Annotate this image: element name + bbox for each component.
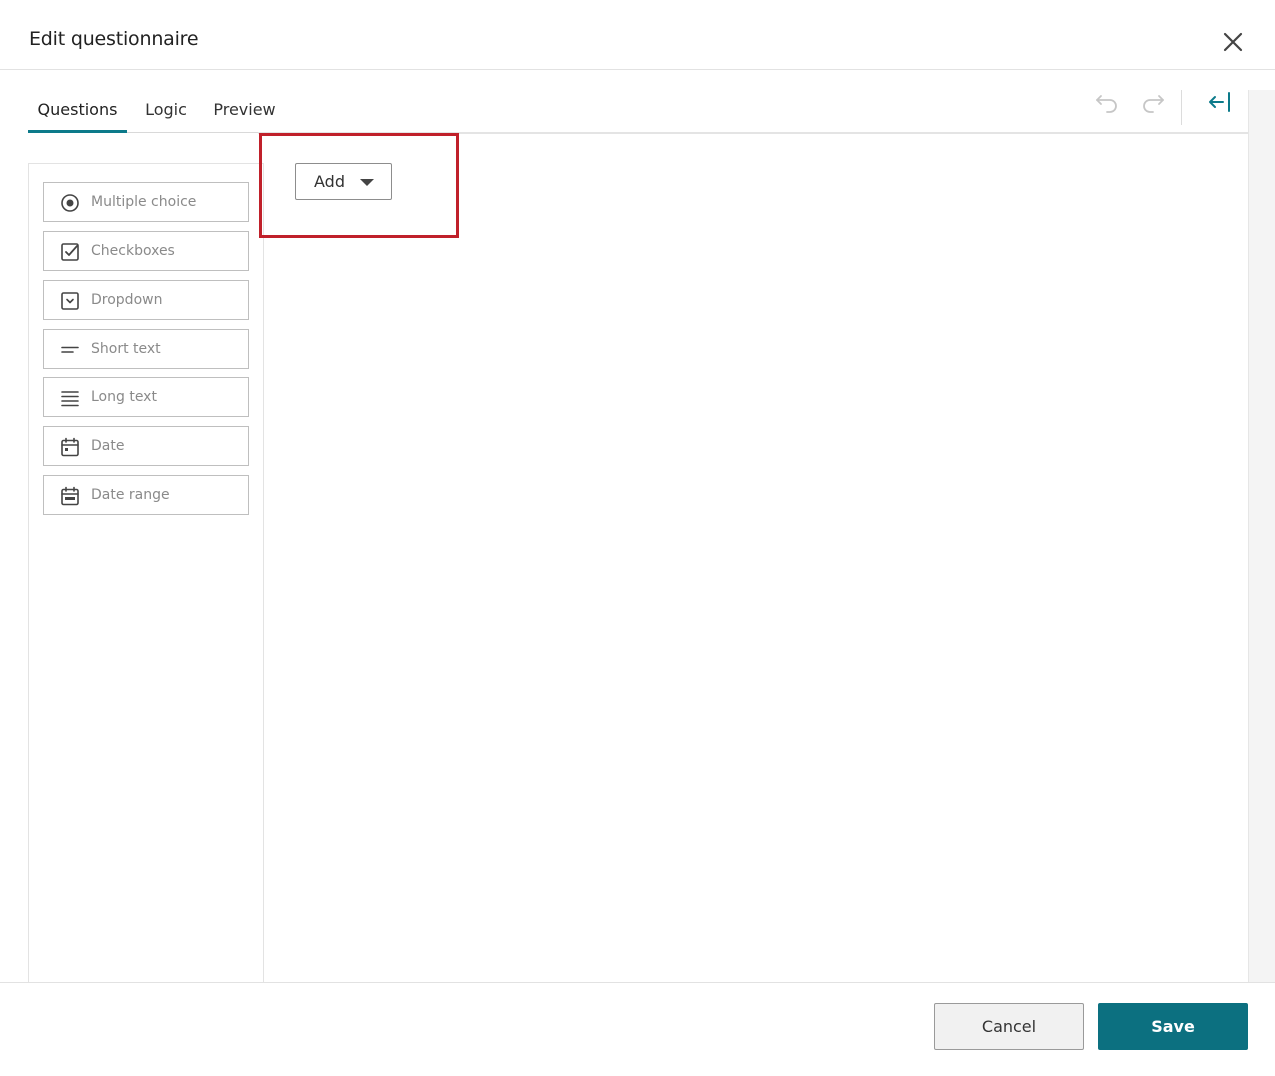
short-text-icon [61,346,79,353]
right-panel-edge [1248,90,1275,982]
palette-item-multiple-choice[interactable]: Multiple choice [43,182,249,222]
collapse-panel-icon [1209,92,1230,112]
toolbar-separator [1181,90,1182,125]
tab-preview[interactable]: Preview [205,88,284,133]
close-button[interactable] [1220,29,1246,55]
caret-down-icon [360,179,374,186]
dropdown-icon [61,292,79,310]
tab-logic[interactable]: Logic [127,88,205,133]
checkbox-icon [61,243,79,261]
palette-item-label: Checkboxes [91,243,175,259]
long-text-icon [61,391,79,407]
dialog-title: Edit questionnaire [29,28,199,50]
palette-item-label: Multiple choice [91,194,197,210]
redo-button[interactable] [1140,90,1166,114]
palette-item-date[interactable]: Date [43,426,249,466]
palette-item-label: Long text [91,389,157,405]
tab-questions[interactable]: Questions [28,88,127,133]
dialog-header: Edit questionnaire [0,0,1275,70]
palette-item-label: Date [91,438,125,454]
palette-item-label: Date range [91,487,170,503]
palette-item-dropdown[interactable]: Dropdown [43,280,249,320]
add-button-label: Add [314,172,345,191]
redo-icon [1143,95,1164,113]
palette-item-label: Dropdown [91,292,163,308]
palette-item-checkboxes[interactable]: Checkboxes [43,231,249,271]
collapse-panel-button[interactable] [1207,90,1233,114]
palette-item-long-text[interactable]: Long text [43,377,249,417]
calendar-icon [61,437,79,457]
palette-item-label: Short text [91,341,161,357]
undo-icon [1096,95,1117,113]
palette-item-short-text[interactable]: Short text [43,329,249,369]
undo-button[interactable] [1094,90,1120,114]
palette-item-date-range[interactable]: Date range [43,475,249,515]
close-icon [1223,32,1243,52]
calendar-range-icon [61,486,79,506]
radio-icon [61,194,79,212]
save-button[interactable]: Save [1098,1003,1248,1050]
add-dropdown-button[interactable]: Add [295,163,392,200]
cancel-button[interactable]: Cancel [934,1003,1084,1050]
question-type-palette: Multiple choice Checkboxes Dropdown Shor… [28,163,264,983]
